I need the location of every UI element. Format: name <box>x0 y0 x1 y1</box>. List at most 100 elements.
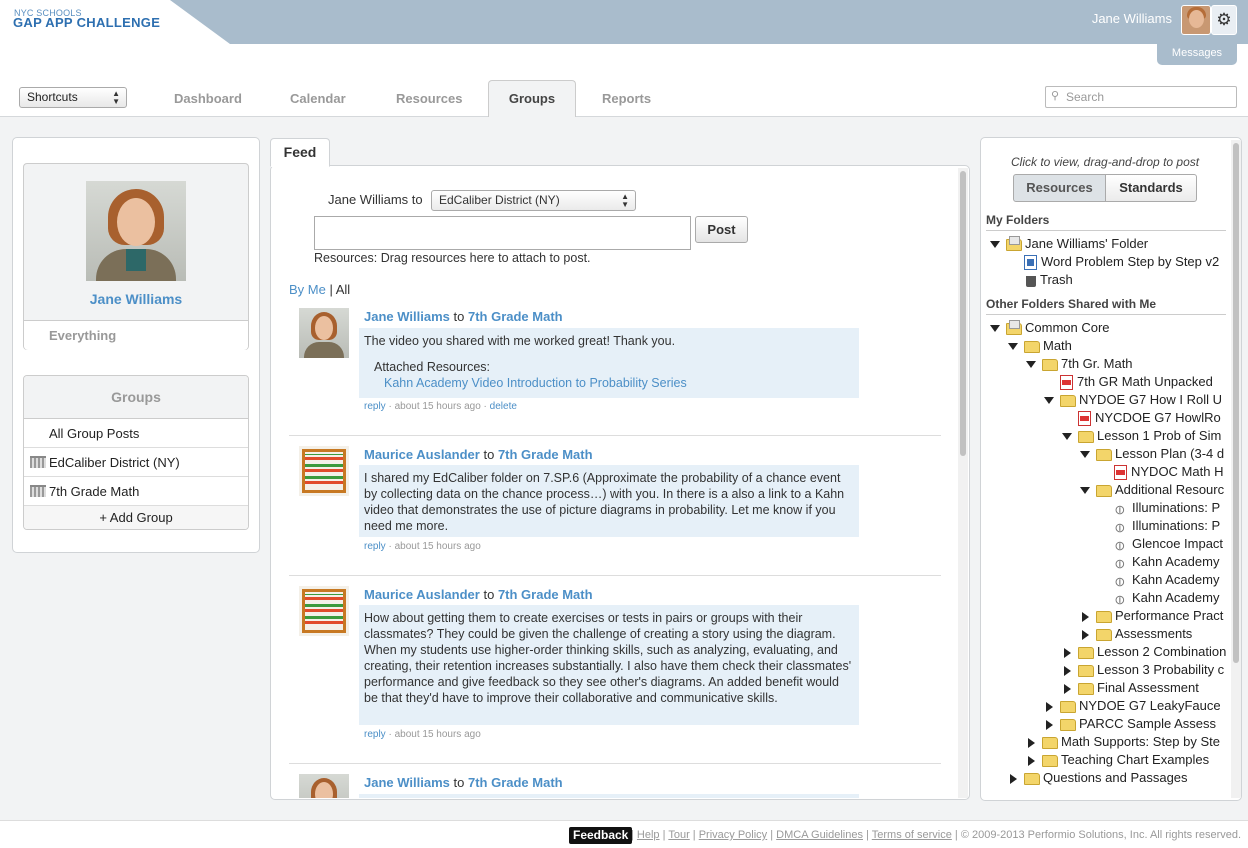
tab-calendar[interactable]: Calendar <box>290 91 346 106</box>
add-group-button[interactable]: + Add Group <box>24 506 248 529</box>
post-avatar[interactable] <box>299 586 349 636</box>
shared-folders-heading: Other Folders Shared with Me <box>986 297 1157 311</box>
shortcuts-label: Shortcuts <box>27 90 78 104</box>
footer-link-tour[interactable]: Tour <box>668 829 689 841</box>
header-avatar[interactable] <box>1181 5 1211 35</box>
tree-link[interactable]: ⊘ Illuminations: P <box>1110 499 1220 518</box>
folder-icon <box>1042 754 1058 767</box>
tree-folder[interactable]: Additional Resourc <box>1080 481 1224 499</box>
tree-folder[interactable]: Final Assessment <box>1062 679 1199 697</box>
tree-file-word-problem[interactable]: Word Problem Step by Step v2 <box>1024 253 1219 271</box>
tree-file[interactable]: 7th GR Math Unpacked <box>1060 373 1213 391</box>
post-group[interactable]: 7th Grade Math <box>498 447 593 462</box>
group-item-edcaliber[interactable]: EdCaliber District (NY) <box>24 448 248 477</box>
tab-resources[interactable]: Resources <box>396 91 462 106</box>
delete-link[interactable]: delete <box>490 401 517 412</box>
reply-link[interactable]: reply <box>364 541 386 552</box>
tree-folder-jane[interactable]: Jane Williams' Folder <box>990 235 1148 253</box>
tree-link[interactable]: ⊘ Kahn Academy <box>1110 571 1219 590</box>
post-author[interactable]: Jane Williams <box>364 775 450 790</box>
post-group[interactable]: 7th Grade Math <box>498 587 593 602</box>
tree-folder[interactable]: Math <box>1008 337 1072 355</box>
reply-link[interactable]: reply <box>364 401 386 412</box>
tree-folder[interactable]: 7th Gr. Math <box>1026 355 1133 373</box>
tree-folder-common-core[interactable]: Common Core <box>990 319 1110 337</box>
profile-name[interactable]: Jane Williams <box>24 291 248 307</box>
tree-folder[interactable]: PARCC Sample Assess <box>1044 715 1216 733</box>
tree-folder[interactable]: Performance Pract <box>1080 607 1223 625</box>
tree-file[interactable]: NYCDOE G7 HowlRo <box>1078 409 1221 427</box>
feed-scrollbar[interactable] <box>958 168 968 798</box>
tab-resources-panel[interactable]: Resources <box>1013 174 1106 202</box>
footer-link-terms[interactable]: Terms of service <box>872 829 952 841</box>
tree-folder[interactable]: Lesson 1 Prob of Sim <box>1062 427 1221 445</box>
tree-folder[interactable]: Lesson 3 Probability c <box>1062 661 1224 679</box>
logo[interactable]: GAP APP CHALLENGE <box>13 15 160 30</box>
tab-feed[interactable]: Feed <box>270 138 330 167</box>
folder-icon <box>1096 484 1112 497</box>
feed-post: Maurice Auslander to 7th Grade Math I sh… <box>289 446 941 566</box>
tab-reports[interactable]: Reports <box>602 91 651 106</box>
tree-link[interactable]: ⊘ Illuminations: P <box>1110 517 1220 537</box>
resources-scrollbar[interactable] <box>1231 140 1241 798</box>
post-avatar[interactable] <box>299 308 349 358</box>
profile-photo[interactable] <box>86 181 186 281</box>
folder-icon <box>1060 394 1076 407</box>
filter-by-me[interactable]: By Me <box>289 282 326 297</box>
reply-link[interactable]: reply <box>364 729 386 740</box>
tree-link[interactable]: ⊘ Glencoe Impact <box>1110 535 1223 554</box>
tab-groups[interactable]: Groups <box>488 80 576 117</box>
post-meta: reply · about 15 hours ago <box>364 541 481 552</box>
link-icon: ⊘ <box>1110 518 1129 537</box>
filter-all[interactable]: All <box>336 282 350 297</box>
post-group[interactable]: 7th Grade Math <box>468 309 563 324</box>
pdf-icon <box>1078 411 1091 427</box>
messages-button[interactable]: Messages <box>1157 43 1237 65</box>
divider <box>986 314 1226 315</box>
gear-icon[interactable]: ⚙ <box>1211 5 1237 35</box>
tree-file[interactable]: NYDOC Math H <box>1114 463 1223 481</box>
trash-icon <box>1026 276 1036 288</box>
post-avatar[interactable] <box>299 446 349 496</box>
post-author[interactable]: Maurice Auslander <box>364 447 480 462</box>
tree-link[interactable]: ⊘ Kahn Academy <box>1110 589 1219 608</box>
tree-folder[interactable]: NYDOE G7 How I Roll U <box>1044 391 1222 409</box>
tree-folder[interactable]: Teaching Chart Examples <box>1026 751 1209 769</box>
tab-standards-panel[interactable]: Standards <box>1105 174 1197 202</box>
tree-link[interactable]: ⊘ Kahn Academy <box>1110 553 1219 572</box>
tree-trash[interactable]: Trash <box>1024 271 1073 289</box>
tab-dashboard[interactable]: Dashboard <box>174 91 242 106</box>
post-meta: reply · about 15 hours ago · delete <box>364 401 517 412</box>
tree-folder[interactable]: Assessments <box>1080 625 1192 643</box>
destination-select[interactable]: EdCaliber District (NY) ▲ ▼ <box>431 190 636 211</box>
destination-value: EdCaliber District (NY) <box>439 193 560 207</box>
search-input[interactable]: ⚲ Search <box>1045 86 1237 108</box>
post-author[interactable]: Maurice Auslander <box>364 587 480 602</box>
search-icon: ⚲ <box>1051 90 1060 102</box>
post-avatar[interactable] <box>299 774 349 798</box>
everything-link[interactable]: Everything <box>24 320 248 350</box>
groups-card: Groups All Group Posts EdCaliber Distric… <box>23 375 249 530</box>
shortcuts-select[interactable]: Shortcuts ▲ ▼ <box>19 87 127 108</box>
feedback-button[interactable]: Feedback <box>569 827 633 844</box>
tree-folder[interactable]: Questions and Passages <box>1008 769 1188 787</box>
post-divider <box>289 575 941 576</box>
footer-link-privacy[interactable]: Privacy Policy <box>699 829 767 841</box>
footer-link-help[interactable]: Help <box>637 829 660 841</box>
footer-link-dmca[interactable]: DMCA Guidelines <box>776 829 863 841</box>
tree-folder[interactable]: NYDOE G7 LeakyFauce <box>1044 697 1221 715</box>
post-divider <box>289 435 941 436</box>
tree-folder[interactable]: Lesson 2 Combination <box>1062 643 1226 661</box>
tree-folder[interactable]: Math Supports: Step by Ste <box>1026 733 1220 751</box>
post-button[interactable]: Post <box>695 216 748 243</box>
tree-folder[interactable]: Lesson Plan (3-4 d <box>1080 445 1224 463</box>
header-user-name[interactable]: Jane Williams <box>1092 11 1172 26</box>
group-item-all-posts[interactable]: All Group Posts <box>24 419 248 448</box>
post-textarea[interactable] <box>314 216 691 250</box>
feed-post: Jane Williams to 7th Grade Math <box>289 774 941 798</box>
post-author[interactable]: Jane Williams <box>364 309 450 324</box>
attached-resource-link[interactable]: Kahn Academy Video Introduction to Proba… <box>364 375 854 391</box>
post-group[interactable]: 7th Grade Math <box>468 775 563 790</box>
group-item-7th-grade-math[interactable]: 7th Grade Math <box>24 477 248 506</box>
resources-hint: Click to view, drag-and-drop to post <box>1011 155 1200 169</box>
